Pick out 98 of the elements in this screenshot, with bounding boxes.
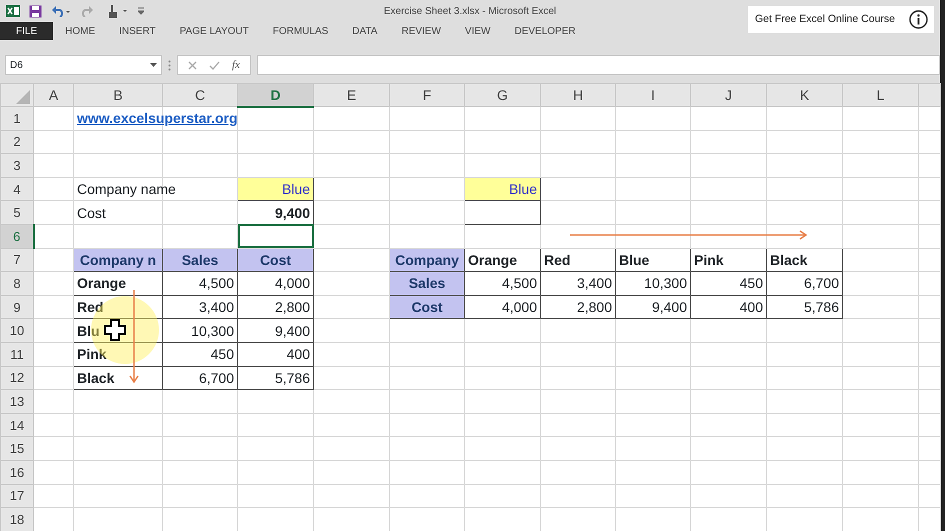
name-box[interactable]: D6 — [5, 55, 162, 75]
table-cell: 4,000 — [464, 295, 540, 319]
promo-text: Get Free Excel Online Course — [754, 12, 895, 27]
hyperlink[interactable]: www.excelsuperstar.org — [77, 110, 238, 126]
column-header[interactable]: I — [616, 84, 690, 106]
table-cell: Red — [540, 248, 616, 272]
table-cell: 6,700 — [162, 366, 238, 390]
table-cell: 9,400 — [616, 295, 690, 319]
insert-function-button[interactable]: fx — [232, 56, 240, 74]
row-header[interactable]: 5 — [0, 200, 34, 224]
selected-cell[interactable] — [238, 224, 314, 248]
column-header[interactable]: C — [162, 84, 238, 106]
ribbon-tab[interactable]: VIEW — [452, 22, 502, 40]
table-cell: 3,400 — [162, 295, 238, 319]
cell-label: Cost — [77, 204, 106, 221]
row-header[interactable]: 12 — [0, 366, 34, 390]
header-cell: Cost — [390, 295, 464, 319]
window-title: Exercise Sheet 3.xlsx - Microsoft Excel — [384, 6, 556, 17]
table-cell: Blue — [616, 248, 690, 272]
save-icon[interactable] — [29, 4, 42, 18]
table-cell: Black — [766, 248, 842, 272]
row-header[interactable]: 3 — [0, 154, 34, 178]
row-header[interactable]: 16 — [0, 460, 34, 484]
table-cell: 10,300 — [616, 272, 690, 296]
table-cell: 400 — [238, 342, 314, 366]
row-header[interactable]: 15 — [0, 436, 34, 460]
row-header[interactable]: 6 — [0, 224, 34, 248]
table-cell: 4,500 — [162, 272, 238, 296]
table-cell: 4,000 — [238, 272, 314, 296]
ribbon-tab[interactable]: REVIEW — [389, 22, 453, 40]
table-cell: Pink — [690, 248, 766, 272]
table-cell: 5,786 — [238, 366, 314, 390]
header-cell: Company — [390, 248, 464, 272]
column-header[interactable]: F — [390, 84, 464, 106]
enter-check-icon[interactable] — [209, 60, 220, 70]
undo-icon[interactable] — [51, 5, 71, 17]
cursor-icon — [104, 319, 126, 341]
input-cell: Blue — [464, 177, 540, 201]
table-cell: 450 — [162, 342, 238, 366]
column-header[interactable]: L — [842, 84, 918, 106]
column-header[interactable]: J — [690, 84, 766, 106]
ribbon-tab[interactable]: INSERT — [107, 22, 168, 40]
row-header[interactable]: 13 — [0, 390, 34, 414]
header-cell: Sales — [390, 272, 464, 296]
column-header[interactable]: H — [540, 84, 616, 106]
row-header[interactable]: 11 — [0, 342, 34, 366]
touch-mode-icon[interactable] — [107, 4, 129, 18]
ribbon-tab[interactable]: HOME — [53, 22, 108, 40]
table-cell: Pink — [74, 342, 162, 366]
ribbon-tab[interactable]: FILE — [0, 22, 54, 40]
input-cell: Blue — [238, 177, 314, 201]
table-cell: 3,400 — [540, 272, 616, 296]
table-cell: Orange — [464, 248, 540, 272]
table-cell: 5,786 — [766, 295, 842, 319]
promo-card[interactable]: Get Free Excel Online Course — [748, 6, 934, 33]
table-cell: Red — [74, 295, 162, 319]
table-cell: 2,800 — [238, 295, 314, 319]
ribbon-tab[interactable]: DATA — [340, 22, 390, 40]
row-header[interactable]: 1 — [0, 106, 34, 130]
table-cell: 450 — [690, 272, 766, 296]
row-header[interactable]: 9 — [0, 295, 34, 319]
cancel-icon[interactable] — [188, 60, 197, 70]
column-header[interactable]: G — [464, 84, 540, 106]
row-header[interactable]: 7 — [0, 248, 34, 272]
table-cell: 4,500 — [464, 272, 540, 296]
row-header[interactable]: 8 — [0, 272, 34, 296]
header-cell: Sales — [162, 248, 238, 272]
customize-caret-icon[interactable] — [138, 7, 144, 15]
grip-dots-icon — [168, 60, 171, 70]
excel-icon[interactable] — [6, 4, 20, 18]
row-header[interactable]: 4 — [0, 177, 34, 201]
ribbon-tab[interactable]: FORMULAS — [260, 22, 340, 40]
table-cell: 10,300 — [162, 318, 238, 342]
table-cell: 2,800 — [540, 295, 616, 319]
ribbon-tab[interactable]: PAGE LAYOUT — [168, 22, 261, 40]
dropdown-caret-icon[interactable] — [150, 63, 157, 67]
formula-input[interactable] — [256, 55, 940, 75]
cell-label: Company name — [77, 181, 176, 198]
table-cell: 6,700 — [766, 272, 842, 296]
column-header[interactable]: K — [766, 84, 842, 106]
row-header[interactable]: 10 — [0, 318, 34, 342]
table-cell: Orange — [74, 272, 162, 296]
column-header[interactable]: A — [34, 84, 74, 106]
table-cell: 400 — [690, 295, 766, 319]
header-cell: Cost — [238, 248, 314, 272]
column-header[interactable]: D — [238, 84, 314, 106]
name-box-value: D6 — [10, 58, 23, 72]
column-header[interactable]: E — [314, 84, 390, 106]
row-header[interactable]: 14 — [0, 413, 34, 437]
ribbon-tab[interactable]: DEVELOPER — [502, 22, 588, 40]
row-header[interactable]: 2 — [0, 130, 34, 154]
table-cell: 9,400 — [238, 318, 314, 342]
header-cell: Company n — [74, 248, 162, 272]
row-header[interactable]: 18 — [0, 508, 34, 531]
column-header[interactable]: B — [74, 84, 162, 106]
row-header[interactable]: 17 — [0, 484, 34, 508]
info-icon[interactable] — [909, 10, 928, 29]
table-cell: Black — [74, 366, 162, 390]
